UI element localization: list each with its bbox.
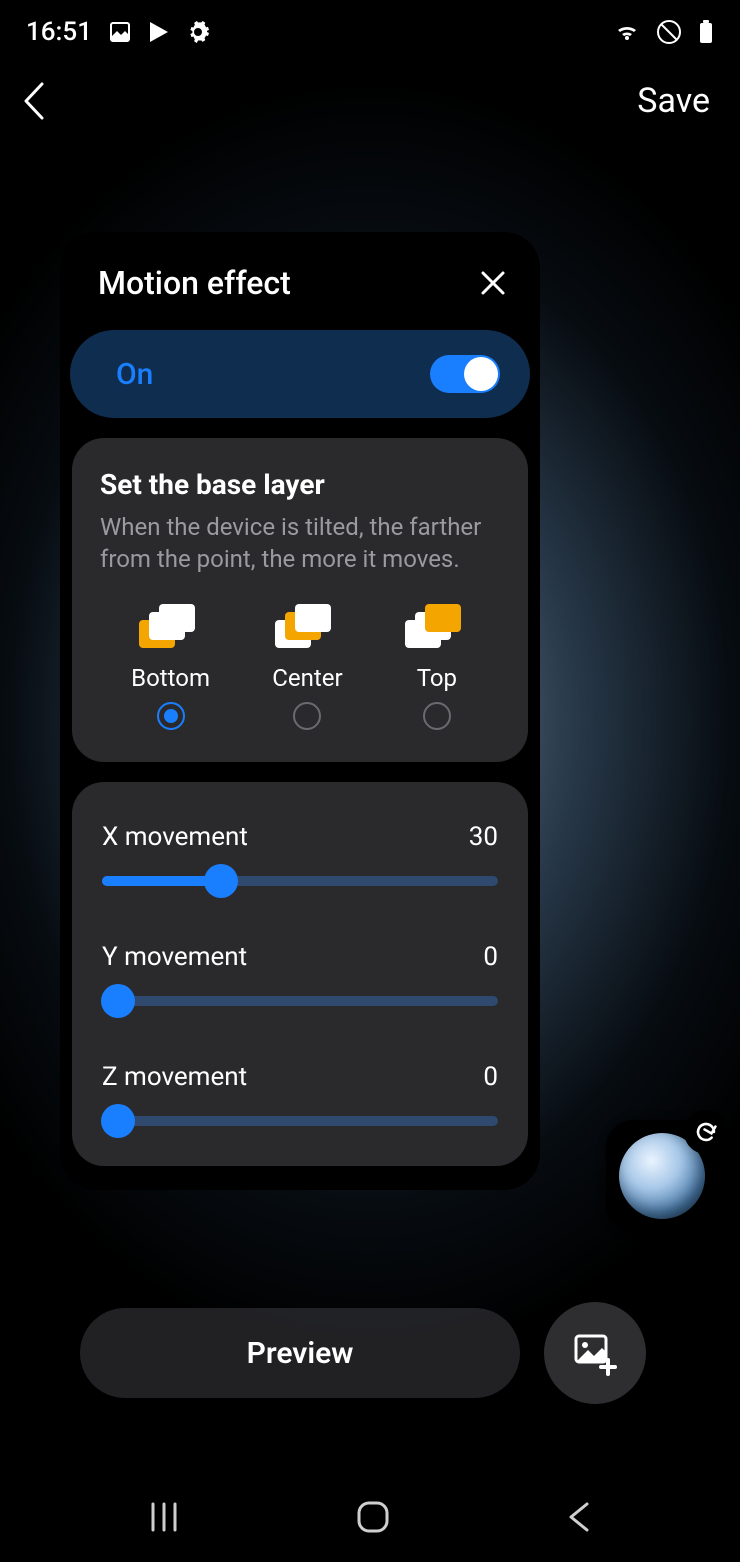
refresh-button[interactable] (684, 1110, 728, 1154)
appbar: Save (0, 64, 740, 142)
layer-radio[interactable] (423, 702, 451, 730)
status-time: 16:51 (26, 17, 92, 47)
layer-label: Center (272, 664, 342, 692)
slider-label: X movement (102, 822, 248, 852)
do-not-disturb-icon (656, 19, 682, 45)
preview-thumbnail[interactable] (606, 1120, 718, 1232)
system-navbar (0, 1482, 740, 1552)
slider-y-movement: Y movement 0 (102, 942, 498, 1006)
back-nav-button[interactable] (565, 1500, 593, 1534)
slider-track[interactable] (102, 1116, 498, 1126)
slider-x-movement: X movement 30 (102, 822, 498, 886)
statusbar: 16:51 (0, 0, 740, 64)
slider-track[interactable] (102, 876, 498, 886)
motion-toggle-row[interactable]: On (70, 330, 530, 418)
add-image-button[interactable] (544, 1302, 646, 1404)
layer-stack-icon (139, 604, 203, 654)
play-store-icon (148, 20, 170, 44)
card-title: Motion effect (98, 264, 291, 302)
layer-stack-icon (405, 604, 469, 654)
home-button[interactable] (354, 1498, 392, 1536)
layer-option-top[interactable]: Top (405, 604, 469, 730)
slider-value: 0 (483, 1062, 498, 1092)
slider-z-movement: Z movement 0 (102, 1062, 498, 1126)
preview-button[interactable]: Preview (80, 1308, 520, 1398)
layer-label: Top (417, 664, 457, 692)
slider-label: Z movement (102, 1062, 247, 1092)
save-button[interactable]: Save (637, 81, 710, 121)
bottombar: Preview (0, 1302, 740, 1404)
layer-radio[interactable] (157, 702, 185, 730)
base-layer-heading: Set the base layer (100, 468, 500, 501)
layer-option-center[interactable]: Center (272, 604, 342, 730)
movement-section: X movement 30 Y movement 0 Z movement 0 (72, 782, 528, 1166)
gear-icon (186, 20, 210, 44)
layer-label: Bottom (131, 664, 210, 692)
layer-radio[interactable] (293, 702, 321, 730)
motion-effect-card: Motion effect On Set the base layer When… (60, 232, 540, 1190)
battery-icon (698, 19, 714, 45)
close-button[interactable] (480, 270, 506, 296)
slider-track[interactable] (102, 996, 498, 1006)
slider-thumb[interactable] (204, 864, 238, 898)
layer-stack-icon (275, 604, 339, 654)
image-icon (108, 20, 132, 44)
slider-value: 0 (483, 942, 498, 972)
layer-option-bottom[interactable]: Bottom (131, 604, 210, 730)
base-layer-description: When the device is tilted, the farther f… (100, 511, 500, 576)
recents-button[interactable] (147, 1500, 181, 1534)
slider-label: Y movement (102, 942, 247, 972)
slider-value: 30 (469, 822, 498, 852)
back-button[interactable] (20, 80, 50, 122)
base-layer-section: Set the base layer When the device is ti… (72, 438, 528, 762)
preview-label: Preview (247, 1336, 354, 1371)
wifi-icon (614, 21, 640, 43)
slider-thumb[interactable] (101, 984, 135, 1018)
slider-thumb[interactable] (101, 1104, 135, 1138)
toggle-switch[interactable] (430, 355, 500, 393)
toggle-label: On (116, 357, 153, 392)
